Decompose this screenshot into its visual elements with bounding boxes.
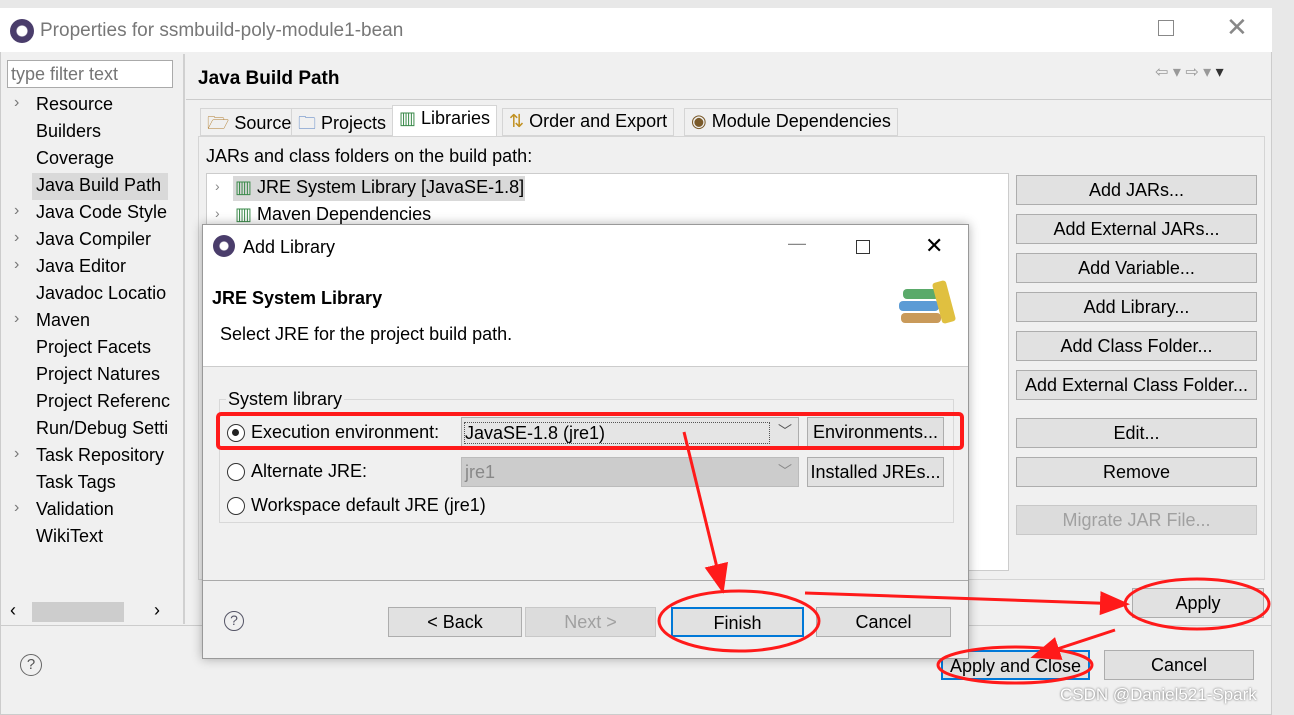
finish-circle xyxy=(657,589,821,653)
apply-circle xyxy=(1123,577,1271,631)
arrow xyxy=(682,431,728,594)
arrow xyxy=(804,591,1130,616)
highlight-rect xyxy=(216,412,964,450)
apply-close-circle xyxy=(936,645,1094,685)
red-annotations xyxy=(216,412,1271,685)
arrow xyxy=(1030,628,1116,660)
